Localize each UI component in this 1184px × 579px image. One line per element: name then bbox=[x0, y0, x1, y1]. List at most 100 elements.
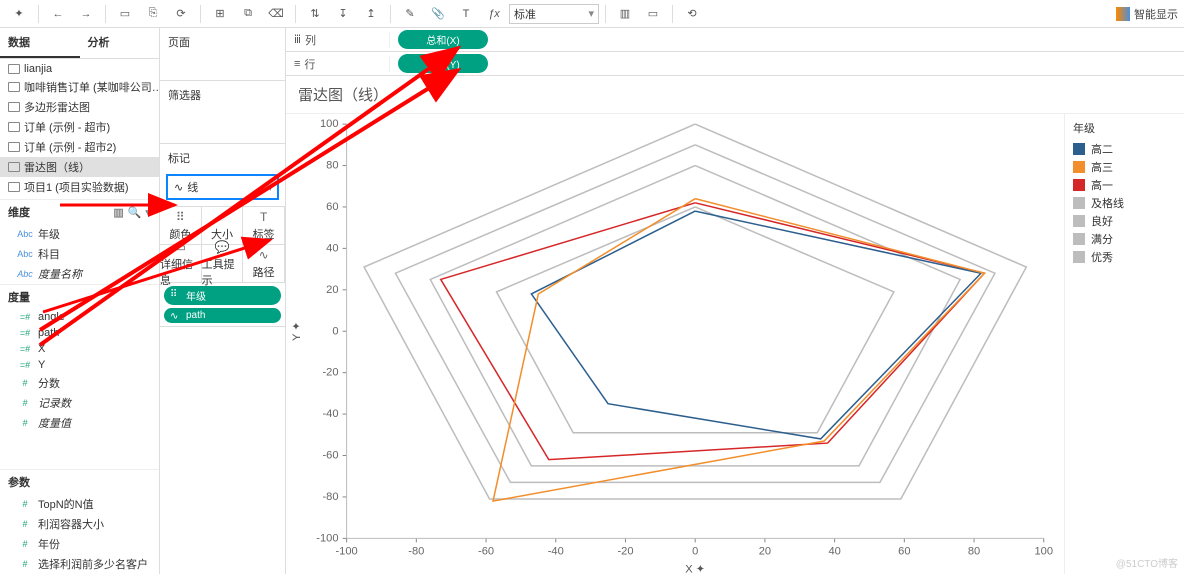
legend-item[interactable]: 优秀 bbox=[1073, 248, 1176, 266]
sheet-title[interactable]: 雷达图（线） bbox=[286, 76, 1184, 114]
legend-item[interactable]: 满分 bbox=[1073, 230, 1176, 248]
type-icon: # bbox=[16, 378, 34, 388]
measures-header: 度量 bbox=[0, 284, 159, 309]
mark-pill-path[interactable]: ∿path bbox=[164, 308, 281, 323]
datasource-item[interactable]: lianjia bbox=[0, 61, 159, 77]
view-icon[interactable]: ▥ bbox=[113, 206, 123, 219]
view-icon[interactable]: ▥ bbox=[612, 3, 638, 25]
svg-text:-60: -60 bbox=[478, 546, 494, 558]
menu-icon[interactable]: ▾ bbox=[145, 206, 151, 219]
field-angle[interactable]: =#angle bbox=[0, 309, 159, 325]
legend-swatch bbox=[1073, 251, 1085, 263]
type-icon: =# bbox=[16, 328, 34, 338]
present-icon[interactable]: ▭ bbox=[640, 3, 666, 25]
fx-icon[interactable]: ƒx bbox=[481, 3, 507, 25]
legend-item[interactable]: 及格线 bbox=[1073, 194, 1176, 212]
type-icon: # bbox=[16, 418, 34, 428]
type-icon: Abc bbox=[16, 269, 34, 279]
show-me-button[interactable]: 智能显示 bbox=[1116, 6, 1178, 22]
show-me-icon bbox=[1116, 7, 1130, 21]
new-data-icon[interactable]: ⎘ bbox=[140, 3, 166, 25]
datasource-item[interactable]: 订单 (示例 - 超市) bbox=[0, 117, 159, 137]
datasource-item[interactable]: 项目1 (项目实验数据) bbox=[0, 177, 159, 197]
mark-icon: T bbox=[260, 210, 267, 224]
sort-asc-icon[interactable]: ↧ bbox=[330, 3, 356, 25]
mark-pill-年级[interactable]: ⠿年级 bbox=[164, 286, 281, 305]
db-icon bbox=[8, 142, 20, 152]
svg-text:40: 40 bbox=[326, 242, 338, 254]
legend-swatch bbox=[1073, 215, 1085, 227]
shelves-panel: 页面 筛选器 标记 ∿线 ⠿颜色◔大小T标签▭详细信息💬工具提示∿路径 ⠿年级∿… bbox=[160, 28, 286, 574]
data-panel: 数据 分析 lianjia咖啡销售订单 (某咖啡公司…多边形雷达图订单 (示例 … bbox=[0, 28, 160, 574]
datasource-item[interactable]: 订单 (示例 - 超市2) bbox=[0, 137, 159, 157]
label-icon[interactable]: T bbox=[453, 3, 479, 25]
field-年份[interactable]: #年份 bbox=[0, 534, 159, 554]
toolbar: ✦ ← → ▭ ⎘ ⟳ ⊞ ⧉ ⌫ ⇅ ↧ ↥ ✎ 📎 T ƒx 标准 ▥ ▭ … bbox=[0, 0, 1184, 28]
field-path[interactable]: =#path bbox=[0, 325, 159, 341]
search-icon[interactable]: 🔍 bbox=[128, 206, 142, 219]
field-Y[interactable]: =#Y bbox=[0, 357, 159, 373]
svg-text:-40: -40 bbox=[322, 408, 338, 420]
legend-swatch bbox=[1073, 161, 1085, 173]
legend-item[interactable]: 高三 bbox=[1073, 158, 1176, 176]
tab-data[interactable]: 数据 bbox=[0, 28, 80, 58]
mark-详细信息[interactable]: ▭详细信息 bbox=[160, 245, 202, 283]
svg-text:-80: -80 bbox=[408, 546, 424, 558]
group-icon[interactable]: 📎 bbox=[425, 3, 451, 25]
rows-pill[interactable]: 总和(Y) bbox=[398, 54, 488, 73]
parameters-header: 参数 bbox=[0, 469, 159, 494]
legend-swatch bbox=[1073, 179, 1085, 191]
type-icon: # bbox=[16, 559, 34, 569]
tab-analysis[interactable]: 分析 bbox=[80, 28, 160, 58]
type-icon: =# bbox=[16, 312, 34, 322]
field-利润容器大小[interactable]: #利润容器大小 bbox=[0, 514, 159, 534]
field-TopN的N值[interactable]: #TopN的N值 bbox=[0, 494, 159, 514]
field-科目[interactable]: Abc科目 bbox=[0, 244, 159, 264]
datasource-item[interactable]: 咖啡销售订单 (某咖啡公司… bbox=[0, 77, 159, 97]
mark-标签[interactable]: T标签 bbox=[243, 207, 285, 245]
chart-plot[interactable]: -100-80-60-40-20020406080100-100-80-60-4… bbox=[286, 114, 1064, 574]
field-记录数[interactable]: #记录数 bbox=[0, 393, 159, 413]
refresh-icon[interactable]: ⟳ bbox=[168, 3, 194, 25]
save-icon[interactable]: ▭ bbox=[112, 3, 138, 25]
type-icon: =# bbox=[16, 360, 34, 370]
forward-icon[interactable]: → bbox=[73, 3, 99, 25]
watermark: @51CTO博客 bbox=[1116, 555, 1178, 570]
rows-shelf[interactable]: ≡行 总和(Y) bbox=[286, 52, 1184, 76]
share-icon[interactable]: ⟲ bbox=[679, 3, 705, 25]
columns-shelf[interactable]: ⅲ列 总和(X) bbox=[286, 28, 1184, 52]
field-度量名称[interactable]: Abc度量名称 bbox=[0, 264, 159, 284]
field-年级[interactable]: Abc年级 bbox=[0, 224, 159, 244]
field-X[interactable]: =#X bbox=[0, 341, 159, 357]
mark-工具提示[interactable]: 💬工具提示 bbox=[202, 245, 244, 283]
svg-text:60: 60 bbox=[898, 546, 910, 558]
swap-icon[interactable]: ⇅ bbox=[302, 3, 328, 25]
pages-shelf[interactable]: 页面 bbox=[160, 28, 285, 81]
line-icon: ∿ bbox=[174, 181, 183, 194]
new-sheet-icon[interactable]: ⊞ bbox=[207, 3, 233, 25]
dup-icon[interactable]: ⧉ bbox=[235, 3, 261, 25]
legend-item[interactable]: 高二 bbox=[1073, 140, 1176, 158]
field-选择利润前多少名客户[interactable]: #选择利润前多少名客户 bbox=[0, 554, 159, 574]
field-度量值[interactable]: #度量值 bbox=[0, 413, 159, 433]
highlight-icon[interactable]: ✎ bbox=[397, 3, 423, 25]
svg-text:100: 100 bbox=[320, 118, 339, 130]
columns-pill[interactable]: 总和(X) bbox=[398, 30, 488, 49]
legend-item[interactable]: 高一 bbox=[1073, 176, 1176, 194]
clear-icon[interactable]: ⌫ bbox=[263, 3, 289, 25]
datasource-item[interactable]: 多边形雷达图 bbox=[0, 97, 159, 117]
sort-desc-icon[interactable]: ↥ bbox=[358, 3, 384, 25]
db-icon bbox=[8, 64, 20, 74]
mark-type-select[interactable]: ∿线 bbox=[166, 174, 279, 200]
fit-select[interactable]: 标准 bbox=[509, 4, 599, 24]
svg-text:0: 0 bbox=[692, 546, 698, 558]
field-分数[interactable]: #分数 bbox=[0, 373, 159, 393]
svg-text:0: 0 bbox=[332, 325, 338, 337]
legend-item[interactable]: 良好 bbox=[1073, 212, 1176, 230]
datasource-item[interactable]: 雷达图（线） bbox=[0, 157, 159, 177]
back-icon[interactable]: ← bbox=[45, 3, 71, 25]
logo-icon[interactable]: ✦ bbox=[6, 3, 32, 25]
mark-路径[interactable]: ∿路径 bbox=[243, 245, 285, 283]
legend: 年级 高二高三高一及格线良好满分优秀 bbox=[1064, 114, 1184, 574]
filters-shelf[interactable]: 筛选器 bbox=[160, 81, 285, 144]
